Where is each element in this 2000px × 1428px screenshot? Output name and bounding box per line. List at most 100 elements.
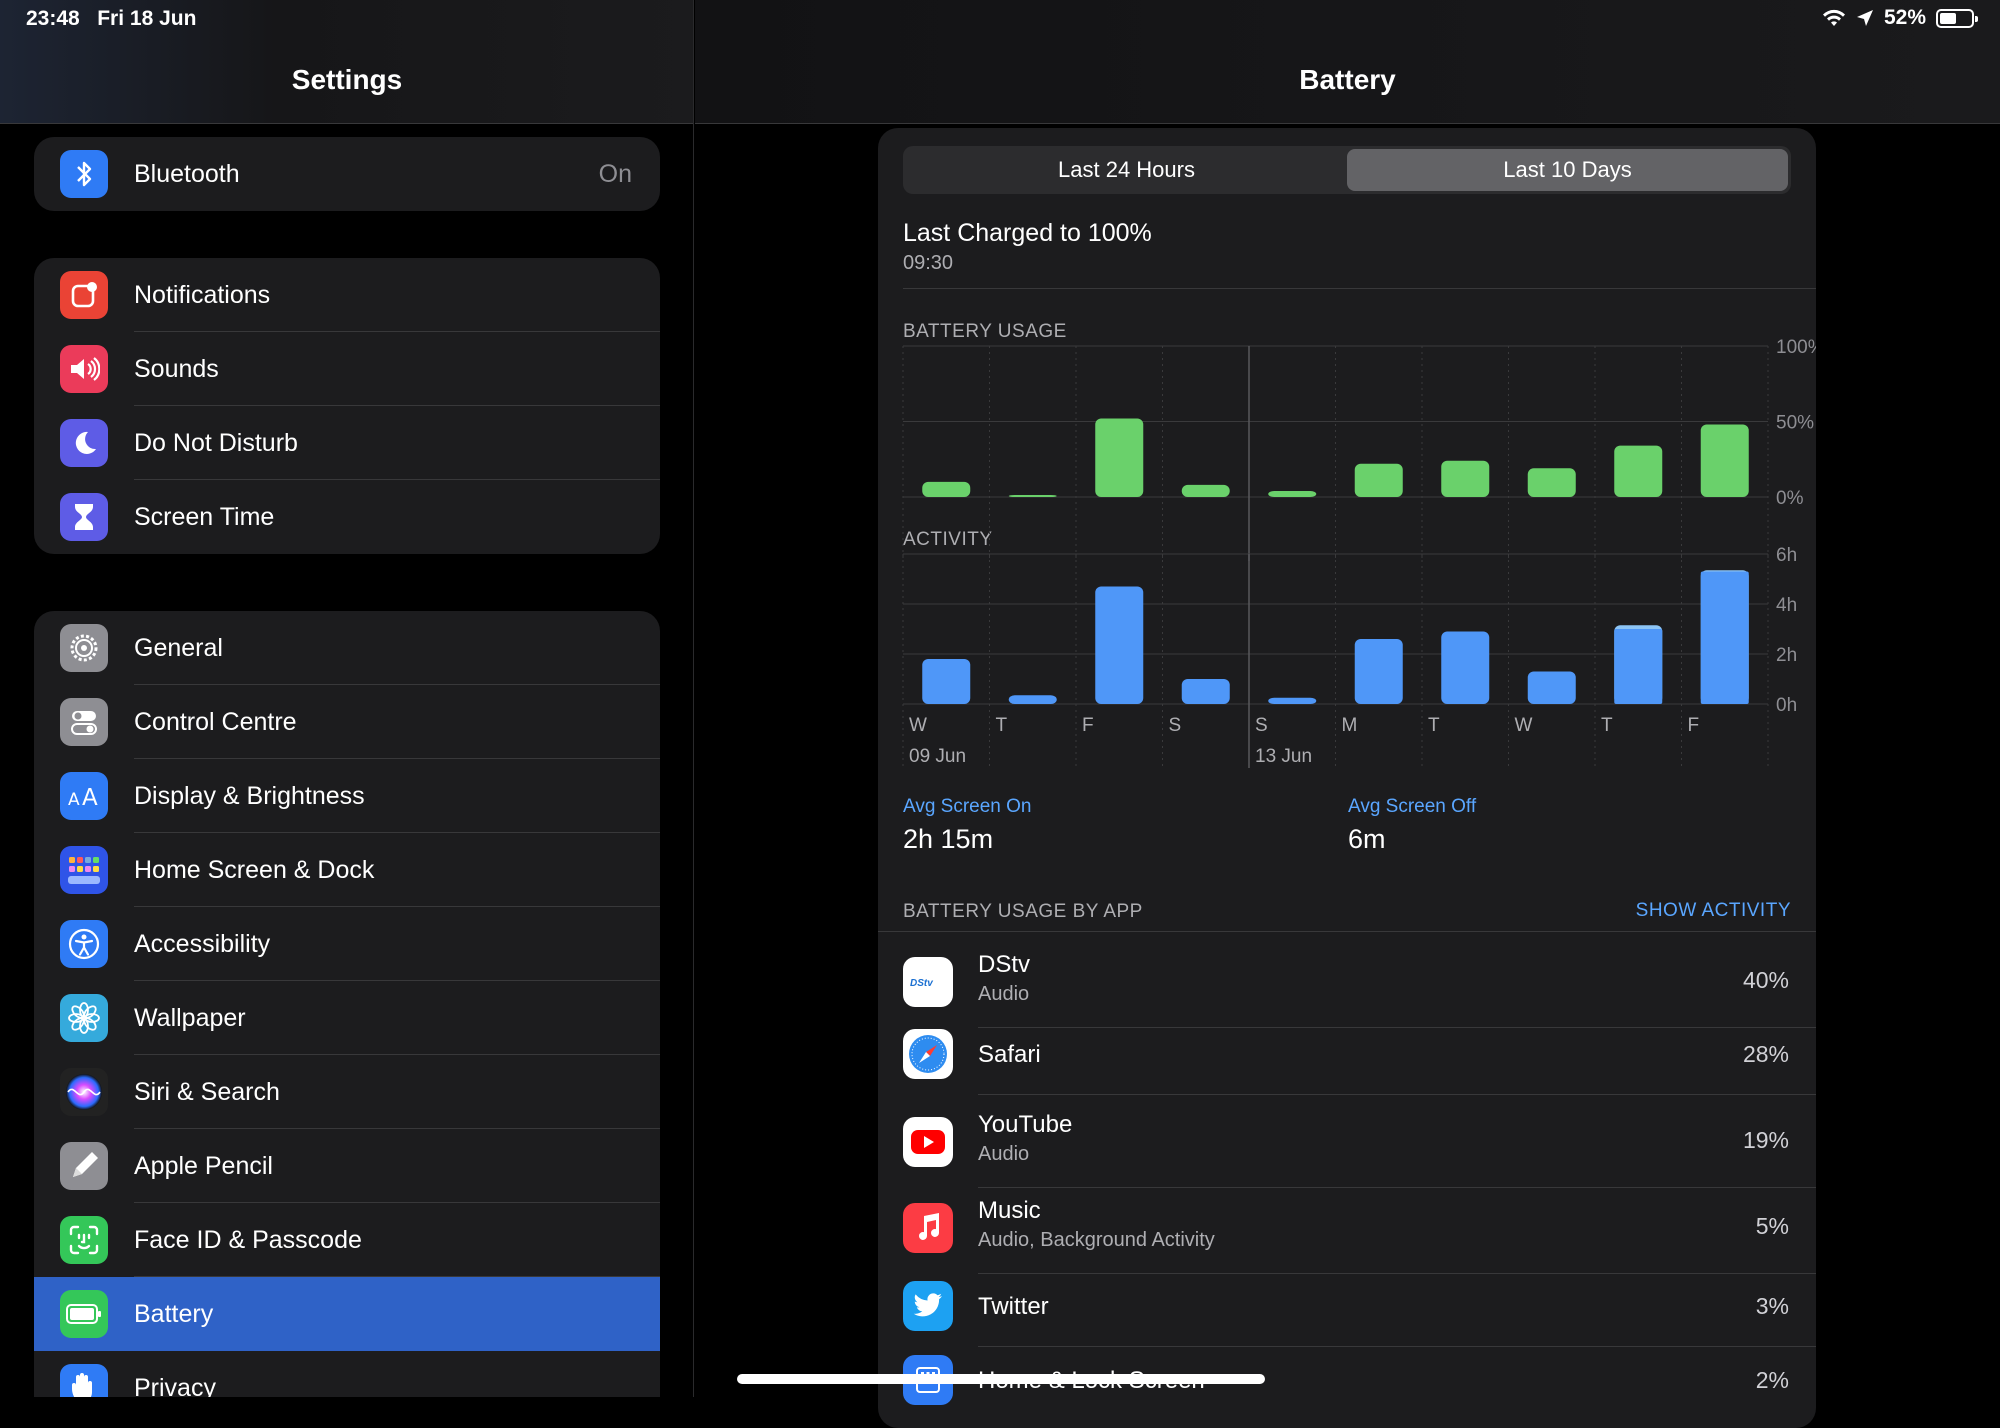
sidebar-item-accessibility[interactable]: Accessibility [34, 907, 660, 981]
settings-group: Notifications Sounds Do Not Disturb Screen … [34, 258, 660, 554]
y-tick-label: 0% [1776, 488, 1804, 509]
sidebar-item-label: Wallpaper [134, 1003, 246, 1032]
sidebar-item-screen-time[interactable]: Screen Time [34, 480, 660, 554]
accessibility-icon [60, 920, 108, 968]
usage-bar [1354, 463, 1403, 497]
home-indicator[interactable] [737, 1374, 1265, 1384]
sidebar-item-notifications[interactable]: Notifications [34, 258, 660, 332]
activity-bar-screen-on [1354, 639, 1403, 704]
sidebar-item-apple-pencil[interactable]: Apple Pencil [34, 1129, 660, 1203]
app-usage-row-dstv[interactable]: DStv DStv Audio 40% [878, 941, 1816, 1028]
battery-charts[interactable]: 100% 50% 0% 6h 4h 2h 0h W T F S S M T W T F 09 Jun 13 Jun [878, 128, 1816, 788]
divider [878, 931, 1816, 932]
sidebar-item-label: Accessibility [134, 929, 271, 958]
sidebar-item-home-screen-dock[interactable]: Home Screen & Dock [34, 833, 660, 907]
sidebar-item-label: General [134, 633, 223, 662]
moon-icon [60, 419, 108, 467]
day-label: T [1428, 715, 1440, 736]
toggles-icon [60, 698, 108, 746]
y-tick-label: 4h [1776, 595, 1797, 616]
sidebar-item-display-brightness[interactable]: A A Display & Brightness [34, 759, 660, 833]
battery-status-icon [1936, 8, 1978, 28]
app-usage-percent: 40% [1742, 967, 1789, 993]
sidebar-item-label: Control Centre [134, 707, 297, 736]
sidebar-item-label: Siri & Search [134, 1077, 280, 1106]
app-usage-row-safari[interactable]: Safari 28% [878, 1021, 1816, 1101]
sidebar-item-value: On [598, 159, 632, 188]
sidebar-item-do-not-disturb[interactable]: Do Not Disturb [34, 406, 660, 480]
avg-screen-off-value: 6m [1348, 824, 1386, 854]
avg-screen-on-value: 2h 15m [903, 824, 994, 854]
sidebar-item-label: Sounds [134, 354, 219, 383]
sidebar-item-label: Face ID & Passcode [134, 1225, 362, 1254]
app-usage-row-home-lock-screen[interactable]: Home & Lock Screen2% [878, 1347, 1816, 1427]
hand-icon [60, 1364, 108, 1397]
sidebar-item-wallpaper[interactable]: Wallpaper [34, 981, 660, 1055]
app-usage-row-music[interactable]: Music Audio, Background Activity 5% [878, 1187, 1816, 1274]
app-name: YouTube [978, 1111, 1073, 1138]
gear-icon [60, 624, 108, 672]
activity-bar-screen-on [1527, 671, 1576, 704]
hourglass-icon [60, 493, 108, 541]
status-date: Fri 18 Jun [97, 7, 197, 30]
wifi-icon [1822, 9, 1845, 26]
usage-bar [1614, 445, 1663, 497]
usage-bar [922, 481, 971, 497]
sidebar-item-face-id-passcode[interactable]: Face ID & Passcode [34, 1203, 660, 1277]
battery-detail-pane: Battery Last 24 Hours Last 10 Days Last … [695, 0, 2000, 1428]
sidebar-item-control-centre[interactable]: Control Centre [34, 685, 660, 759]
sidebar-item-battery[interactable]: Battery [34, 1277, 660, 1351]
usage-bar [1181, 484, 1230, 497]
settings-group: Bluetooth On [34, 137, 660, 211]
sidebar-item-label: Home Screen & Dock [134, 855, 375, 884]
page-title: Battery [1299, 64, 1396, 95]
sidebar-item-privacy[interactable]: Privacy [34, 1351, 660, 1397]
status-time-date: 23:48 Fri 18 Jun [26, 7, 196, 31]
app-grid-icon [60, 846, 108, 894]
date-label: 09 Jun [909, 746, 966, 767]
usage-bar [1095, 418, 1144, 497]
day-label: T [1601, 715, 1613, 736]
text-size-icon: AA [60, 772, 108, 820]
sidebar-item-label: Screen Time [134, 502, 275, 531]
app-usage-row-youtube[interactable]: YouTube Audio 19% [878, 1101, 1816, 1188]
activity-bar-screen-on [922, 659, 971, 704]
compass-icon [903, 1029, 953, 1079]
battery-icon [60, 1290, 108, 1338]
sidebar-item-general[interactable]: General [34, 611, 660, 685]
status-right: 52% [1822, 6, 1978, 30]
sidebar-item-siri-search[interactable]: Siri & Search [34, 1055, 660, 1129]
battery-percent: 52% [1883, 6, 1926, 29]
day-label: W [1515, 715, 1533, 736]
y-tick-label: 50% [1776, 413, 1814, 434]
day-label: F [1688, 715, 1700, 736]
sidebar-item-label: Display & Brightness [134, 781, 365, 810]
avg-screen-on-label: Avg Screen On [903, 796, 1032, 817]
app-usage-percent: 5% [1755, 1213, 1789, 1239]
show-activity-button[interactable]: SHOW ACTIVITY [1636, 900, 1791, 922]
status-bar: 23:48 Fri 18 Jun 52% [0, 0, 2000, 40]
app-name: Music [978, 1197, 1041, 1224]
app-usage-percent: 19% [1742, 1127, 1789, 1153]
usage-bar [1441, 460, 1490, 497]
usage-bar [1700, 424, 1749, 497]
activity-bar-screen-on [1614, 629, 1663, 704]
y-tick-label: 6h [1776, 545, 1797, 566]
svg-text:DStv: DStv [910, 978, 934, 989]
flower-icon [60, 994, 108, 1042]
sidebar-item-sounds[interactable]: Sounds [34, 332, 660, 406]
bird-icon [903, 1281, 953, 1331]
day-label: S [1255, 715, 1268, 736]
pencil-icon [60, 1142, 108, 1190]
day-label: W [909, 715, 927, 736]
dstv-logo-icon: DStv [903, 957, 953, 1007]
play-icon [903, 1117, 953, 1167]
y-tick-label: 0h [1776, 695, 1797, 716]
app-usage-row-twitter[interactable]: Twitter 3% [878, 1273, 1816, 1353]
sidebar-item-bluetooth[interactable]: Bluetooth On [34, 137, 660, 211]
activity-bar-screen-on [1700, 571, 1749, 704]
notifications-icon [60, 271, 108, 319]
activity-bar-screen-on [1008, 695, 1057, 704]
usage-bar [1268, 490, 1317, 497]
app-subtitle: Audio, Background Activity [978, 1229, 1215, 1251]
